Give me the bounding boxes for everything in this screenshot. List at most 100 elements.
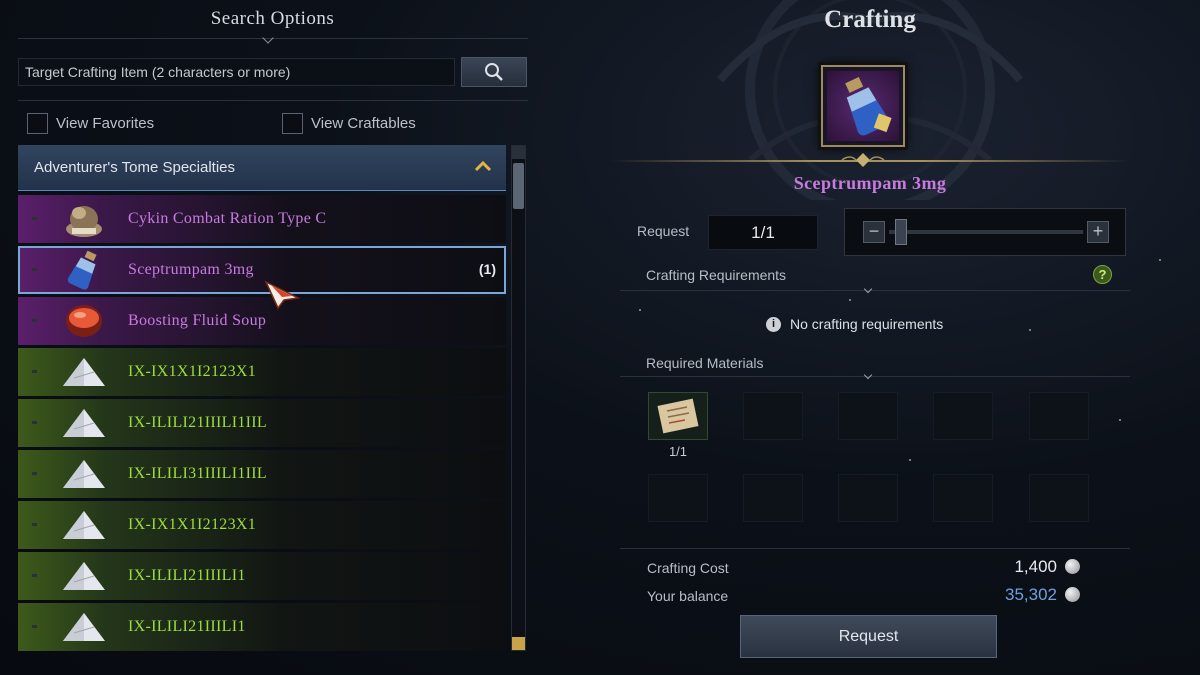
powder-pile-icon [54,450,114,498]
required-materials-label: Required Materials [646,355,764,371]
list-item[interactable]: Boosting Fluid Soup [18,297,506,345]
crafting-title: Crafting [824,6,916,33]
view-craftables-label: View Craftables [311,115,416,132]
material-slot-empty [648,474,708,522]
view-craftables-checkbox[interactable] [282,113,303,134]
potion-bottle-icon [845,77,892,136]
material-slot-empty [838,474,898,522]
item-name: IX-ILILI21IIILI1 [128,567,246,584]
item-name: IX-IX1X1I2123X1 [128,363,257,380]
row-marker [32,370,37,373]
list-item[interactable]: IX-ILILI21IIILI1IIL [18,399,506,447]
scroll-up-arrow[interactable] [512,146,525,159]
search-button[interactable] [461,57,527,87]
cost-divider [620,548,1130,549]
row-marker [32,217,37,220]
list-item[interactable]: IX-ILILI21IIILI1 [18,603,506,651]
row-marker [32,421,37,424]
search-divider [18,100,528,101]
powder-pile-icon [54,501,114,549]
recipe-scroll-icon [657,398,699,434]
selected-item-slot [821,65,905,147]
silver-coin-icon [1065,587,1080,602]
list-item[interactable]: IX-ILILI21IIILI1 [18,552,506,600]
powder-pile-icon [54,552,114,600]
search-panel: Search Options View Favorites View Craft… [0,0,540,675]
item-name: IX-IX1X1I2123X1 [128,516,257,533]
silver-coin-icon [1065,559,1080,574]
scroll-thumb[interactable] [513,163,524,209]
slider-track[interactable] [889,230,1083,234]
diamond-ornament-icon [841,153,885,167]
search-options-title: Search Options [210,8,335,29]
view-favorites-checkbox[interactable] [27,113,48,134]
increase-button[interactable]: + [1087,221,1109,243]
list-item[interactable]: IX-ILILI31IIILI1IIL [18,450,506,498]
powder-pile-icon [54,348,114,396]
request-quantity-field[interactable]: 1/1 [708,215,818,250]
category-header[interactable]: Adventurer's Tome Specialties [18,145,506,191]
material-slot-empty [1029,474,1089,522]
materials-divider [620,376,1130,377]
row-marker [32,574,37,577]
request-button[interactable]: Request [740,615,997,658]
crafting-cost-label: Crafting Cost [647,560,729,576]
material-slot-empty [838,392,898,440]
scroll-down-arrow[interactable] [512,637,525,650]
crafting-requirements-label: Crafting Requirements [646,267,787,283]
row-marker [32,319,37,322]
request-label: Request [637,223,690,239]
search-input[interactable] [18,58,455,86]
list-item[interactable]: IX-IX1X1I2123X1 [18,501,506,549]
category-label: Adventurer's Tome Specialties [34,159,236,176]
material-slot-empty [1029,392,1089,440]
help-icon[interactable]: ? [1093,265,1112,284]
material-slot-empty [933,392,993,440]
balance-label: Your balance [647,588,729,604]
item-name: IX-ILILI21IIILI1IIL [128,414,267,431]
row-marker [32,472,37,475]
list-item-selected[interactable]: Sceptrumpam 3mg (1) [18,246,506,294]
quantity-slider: − + [844,208,1126,256]
no-requirements-text: No crafting requirements [790,316,944,332]
crafting-panel: Crafting Sceptrumpam 3mg Request 1/1 − +… [600,0,1200,675]
item-count: (1) [478,261,496,277]
powder-pile-icon [54,399,114,447]
material-slot-empty [933,474,993,522]
item-name: Cykin Combat Ration Type C [128,210,327,227]
chevron-up-icon [474,160,492,172]
crafting-item-name: Sceptrumpam 3mg [793,173,947,193]
ration-sack-icon [54,195,114,243]
powder-pile-icon [54,603,114,651]
no-requirements-message: i No crafting requirements [766,316,943,332]
material-slot[interactable] [648,392,708,440]
search-icon [485,63,503,81]
view-favorites-label: View Favorites [56,115,155,132]
item-list: Adventurer's Tome Specialties Cykin Comb… [18,145,506,655]
title-notch-decoration [262,32,274,44]
material-slot-empty [743,474,803,522]
divider-notch [863,284,873,294]
cursor-icon [264,280,301,310]
divider-notch [863,370,873,380]
list-item[interactable]: IX-IX1X1I2123X1 [18,348,506,396]
row-marker [32,523,37,526]
item-name: IX-ILILI21IIILI1 [128,618,246,635]
item-name: IX-ILILI31IIILI1IIL [128,465,267,482]
list-scrollbar[interactable] [511,145,526,651]
slider-thumb[interactable] [895,219,907,245]
row-marker [32,268,37,271]
item-name: Sceptrumpam 3mg [128,261,254,278]
view-craftables-toggle[interactable]: View Craftables [282,113,416,134]
soup-bowl-icon [54,297,114,345]
decrease-button[interactable]: − [863,221,885,243]
balance-value: 35,302 [1005,585,1057,604]
material-count: 1/1 [668,444,688,459]
row-marker [32,625,37,628]
item-name: Boosting Fluid Soup [128,312,267,329]
potion-bottle-icon [54,246,114,294]
view-favorites-toggle[interactable]: View Favorites [27,113,154,134]
list-item[interactable]: Cykin Combat Ration Type C [18,195,506,243]
info-icon: i [766,316,781,332]
crafting-cost-value: 1,400 [1014,557,1057,576]
